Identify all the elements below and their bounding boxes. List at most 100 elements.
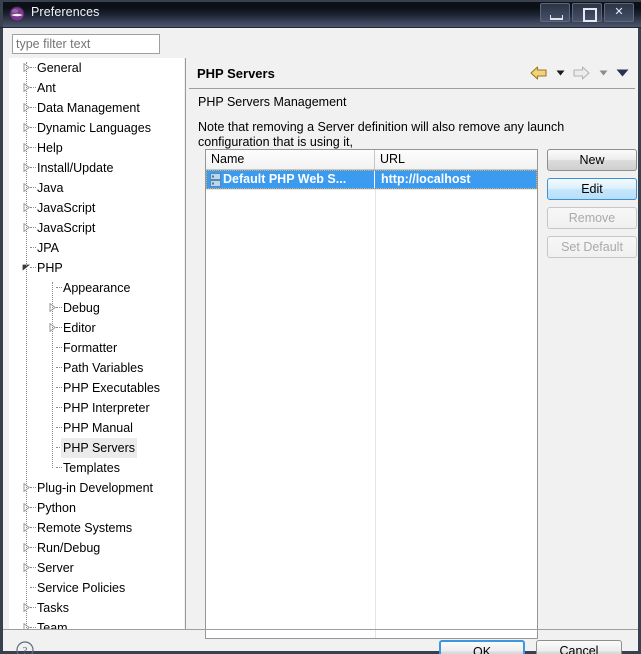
tree-item-php-manual[interactable]: PHP Manual [9,418,184,438]
tree-item-label: Plug-in Development [37,481,154,495]
maximize-icon [583,8,597,22]
tree-item-label: Appearance [63,281,131,295]
tree-item-label: Remote Systems [37,521,133,535]
tree-item-general[interactable]: General [9,58,184,78]
remove-button: Remove [547,207,637,229]
dialog-body: General Ant Data Management Dynamic Languag… [0,28,641,654]
page-title: PHP Servers [197,66,275,81]
preferences-tree[interactable]: General Ant Data Management Dynamic Languag… [9,58,184,629]
tree-item-label: PHP [37,261,63,275]
help-icon[interactable]: ? [16,641,34,654]
title-separator [189,88,635,89]
tree-item-install-update[interactable]: Install/Update [9,158,184,178]
back-arrow-icon[interactable] [530,66,547,80]
column-header-url[interactable]: URL [375,150,537,169]
tree-item-team[interactable]: Team [9,618,184,629]
forward-arrow-icon [573,66,590,80]
tree-item-label: Debug [63,301,100,315]
tree-item-label: Service Policies [37,581,126,595]
footer-separator [3,629,638,630]
table-header-row: Name URL [206,150,537,170]
view-menu-chevron-down-icon[interactable] [616,69,629,77]
tree-branch-line [52,282,54,468]
column-separator [375,190,376,638]
tree-item-service-policies[interactable]: Service Policies [9,578,184,598]
forward-dropdown-chevron-down-icon [599,70,608,76]
tree-item-label: PHP Interpreter [63,401,150,415]
tree-item-label: Java [37,181,64,195]
tree-item-label: JavaScript [37,201,96,215]
new-button[interactable]: New [547,149,637,171]
tree-item-data-management[interactable]: Data Management [9,98,184,118]
tree-item-label: Tasks [37,601,69,615]
close-button[interactable]: ✕ [604,3,634,22]
preferences-dialog: Preferences ✕ General Ant Data Management D… [0,0,641,654]
cell-name: Default PHP Web S... [223,171,375,188]
tree-item-templates[interactable]: Templates [9,458,184,478]
tree-item-run-debug[interactable]: Run/Debug [9,538,184,558]
tree-item-label: Data Management [37,101,140,115]
row-separator [206,189,537,190]
tree-item-path-variables[interactable]: Path Variables [9,358,184,378]
close-icon: ✕ [614,6,624,18]
tree-item-java[interactable]: Java [9,178,184,198]
svg-text:?: ? [23,645,28,654]
tree-item-formatter[interactable]: Formatter [9,338,184,358]
table-row[interactable]: Default PHP Web S... http://localhost [206,170,537,189]
tree-item-label: Templates [63,461,120,475]
tree-item-php-executables[interactable]: PHP Executables [9,378,184,398]
tree-item-editor[interactable]: Editor [9,318,184,338]
column-header-name[interactable]: Name [206,150,375,169]
tree-item-label: Team [37,621,68,629]
tree-item-ant[interactable]: Ant [9,78,184,98]
title-bar: Preferences ✕ [0,0,641,28]
tree-item-label: JPA [37,241,59,255]
filter-input[interactable] [12,34,160,54]
maximize-button[interactable] [572,3,602,22]
tree-item-php-servers[interactable]: PHP Servers [9,438,184,458]
tree-item-label: Dynamic Languages [37,121,151,135]
tree-item-plug-in-development[interactable]: Plug-in Development [9,478,184,498]
tree-item-label: Server [37,561,74,575]
tree-item-label: PHP Executables [63,381,161,395]
ok-button[interactable]: OK [439,640,525,654]
minimize-button[interactable] [540,3,570,22]
page-note: Note that removing a Server definition w… [198,120,565,149]
panel-divider [185,58,186,629]
tree-item-server[interactable]: Server [9,558,184,578]
tree-item-label: Editor [63,321,96,335]
tree-item-label: JavaScript [37,221,96,235]
minimize-icon [550,15,563,20]
cell-url: http://localhost [381,172,471,186]
tree-item-python[interactable]: Python [9,498,184,518]
tree-trunk-line [26,62,28,629]
tree-item-debug[interactable]: Debug [9,298,184,318]
tree-item-label: Help [37,141,63,155]
edit-button[interactable]: Edit [547,178,637,200]
tree-item-help[interactable]: Help [9,138,184,158]
tree-item-label: Ant [37,81,56,95]
tree-item-label: General [37,61,82,75]
tree-item-php[interactable]: PHP [9,258,184,278]
servers-table[interactable]: Name URL Default PHP Web S... http://loc… [205,149,538,639]
tree-item-php-interpreter[interactable]: PHP Interpreter [9,398,184,418]
eclipse-sphere-icon [9,6,25,22]
navigation-toolbar [526,64,629,84]
tree-item-tasks[interactable]: Tasks [9,598,184,618]
set-default-button: Set Default [547,236,637,258]
page-description: PHP Servers Management [198,95,347,109]
tree-item-label: PHP Servers [61,438,138,458]
tree-item-javascript[interactable]: JavaScript [9,218,184,238]
tree-item-remote-systems[interactable]: Remote Systems [9,518,184,538]
tree-item-dynamic-languages[interactable]: Dynamic Languages [9,118,184,138]
tree-item-appearance[interactable]: Appearance [9,278,184,298]
tree-item-label: Formatter [63,341,118,355]
tree-item-javascript[interactable]: JavaScript [9,198,184,218]
cancel-button[interactable]: Cancel [536,640,622,654]
back-dropdown-chevron-down-icon[interactable] [556,70,565,76]
tree-item-label: Python [37,501,76,515]
tree-item-label: PHP Manual [63,421,133,435]
tree-item-label: Path Variables [63,361,144,375]
tree-item-jpa[interactable]: JPA [9,238,184,258]
window-title: Preferences [31,5,100,19]
